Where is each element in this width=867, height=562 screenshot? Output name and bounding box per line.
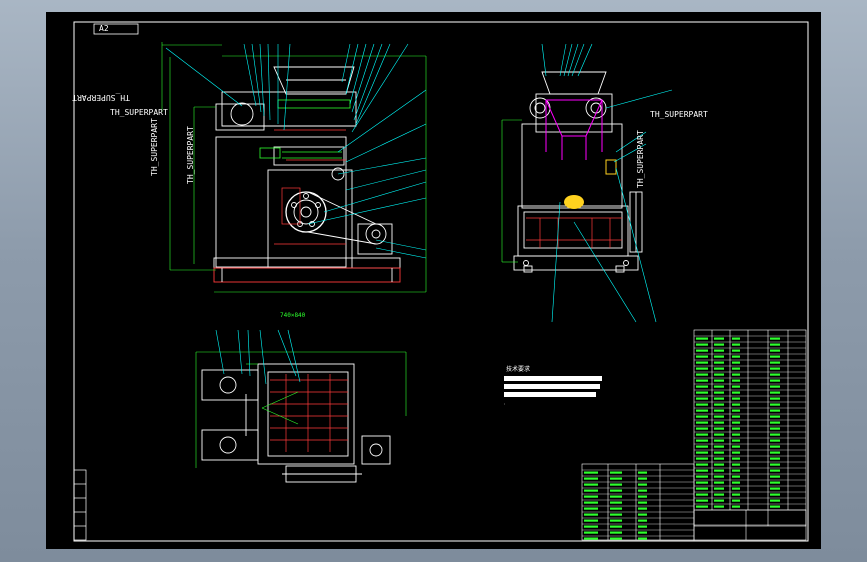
plan-motor-top	[201, 369, 259, 401]
side-dimensions	[501, 119, 522, 263]
tech-note-line: 1.装配前清洗所有零件。	[504, 403, 506, 405]
plan-motor-bottom	[201, 429, 259, 461]
superpart-label-3: TH_SUPERPART	[150, 118, 159, 176]
tech-notes-title: 技术要求	[506, 366, 531, 373]
plan-red	[270, 374, 348, 452]
cad-drawing: 1.装配前清洗所有零件。2.各轴承加注润滑脂。3.试运转无异常噪声。4.表面涂漆…	[73, 21, 809, 542]
side-leaders	[541, 43, 673, 323]
parts-list-text: 1.装配前清洗所有零件。2.各轴承加注润滑脂。3.试运转无异常噪声。4.表面涂漆…	[504, 337, 780, 540]
plan-motor-right	[361, 435, 391, 465]
side-motor-right	[585, 97, 607, 119]
front-dimensions	[161, 42, 427, 293]
drawing-viewport[interactable]: 1.装配前清洗所有零件。2.各轴承加注润滑脂。3.试运转无异常噪声。4.表面涂漆…	[46, 12, 821, 549]
superpart-label-1: TH_SUPERPART	[72, 93, 130, 102]
hopper	[273, 66, 355, 95]
parts-list-right	[693, 329, 807, 527]
tech-note-line: 4.表面涂漆。	[504, 403, 505, 405]
side-base	[513, 255, 639, 271]
plan-housing	[257, 363, 355, 465]
side-hopper	[541, 71, 607, 95]
tech-note-line: 2.各轴承加注润滑脂。	[504, 403, 506, 405]
front-view	[213, 66, 401, 283]
superpart-label-4: TH_SUPERPART	[186, 126, 195, 184]
drawing-border	[73, 21, 809, 542]
revision-strip	[73, 469, 87, 541]
front-internal-green	[259, 99, 351, 159]
superpart-label-2: TH_SUPERPART	[110, 108, 168, 117]
base	[213, 257, 401, 269]
side-bearing-highlight	[564, 195, 584, 209]
sheet-code: A2	[99, 24, 109, 33]
side-lower-frame	[517, 205, 629, 257]
superpart-label-6: TH_SUPERPART	[636, 130, 645, 188]
side-motor-left	[529, 97, 551, 119]
side-view	[513, 71, 643, 273]
front-leaders	[165, 43, 427, 259]
side-yellow-part	[605, 159, 617, 175]
motor-pulley	[365, 223, 387, 245]
side-magenta	[545, 99, 603, 160]
tech-note-line: 3.试运转无异常噪声。	[504, 403, 506, 405]
tech-notes-block	[504, 376, 602, 397]
plan-dimensions	[195, 351, 407, 468]
superpart-label-5: TH_SUPERPART	[650, 110, 708, 119]
plan-view-dimension: 740×840	[280, 312, 306, 319]
main-frame	[215, 136, 347, 268]
